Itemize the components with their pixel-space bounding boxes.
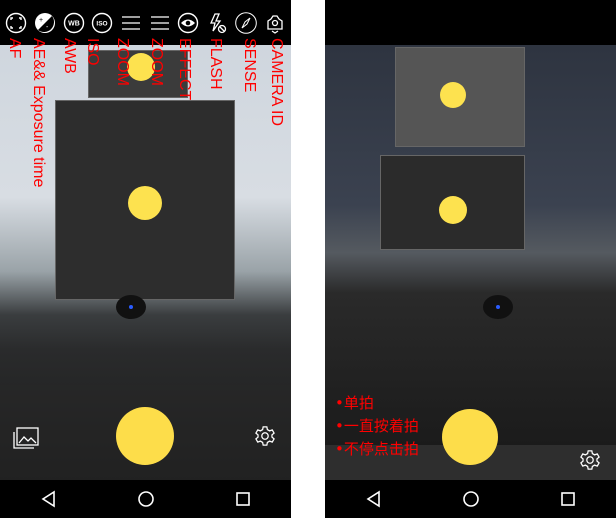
shutter-button[interactable] [442,409,498,465]
preview-reflection [395,47,525,147]
camera-switch-icon[interactable] [264,12,286,34]
preview-reflection [380,155,525,250]
right-phone-screen: •单拍 •一直按着拍 •不停点击拍 [325,0,616,518]
annotation-zoom: ZOOM [148,38,165,86]
svg-text:WB: WB [68,20,80,27]
annotation-camera-id: CAMERA ID [268,38,285,127]
annotation-effect: EFFECT [176,38,193,101]
shooting-mode-annotations: •单拍 •一直按着拍 •不停点击拍 [335,392,419,461]
recents-icon[interactable] [559,490,577,508]
feature-annotations: AF AE&& Exposure time AWB ISO ZOOM ZOOM … [0,38,291,338]
back-icon[interactable] [40,490,58,508]
svg-text:ISO: ISO [97,20,108,27]
menu-lines-icon[interactable] [149,12,171,34]
eye-icon[interactable] [177,12,199,34]
gallery-icon[interactable] [13,427,39,449]
annotation-iso: ISO [84,38,101,66]
home-icon[interactable] [462,490,480,508]
af-focus-icon[interactable] [5,12,27,34]
navigation-bar [325,480,616,518]
camera-preview[interactable] [325,45,616,445]
settings-gear-icon[interactable] [254,425,276,447]
annotation-zoom: ZOOM [114,38,131,86]
white-balance-icon[interactable]: WB [63,12,85,34]
mode-tap-repeat: •不停点击拍 [335,440,419,458]
settings-gear-icon[interactable] [579,449,601,471]
bottom-controls [0,385,291,480]
svg-text:+: + [39,17,43,24]
back-icon[interactable] [365,490,383,508]
annotation-flash: FLASH [207,38,224,90]
exposure-icon[interactable]: + - [34,12,56,34]
annotation-af: AF [6,38,23,59]
navigation-bar [0,480,291,518]
recents-icon[interactable] [234,490,252,508]
compass-icon[interactable] [235,11,257,34]
mode-hold-burst: •一直按着拍 [335,417,419,435]
home-icon[interactable] [137,490,155,508]
webcam [483,295,513,319]
annotation-sense: SENSE [241,38,258,93]
flash-off-icon[interactable] [206,12,228,34]
menu-lines-icon[interactable] [120,12,142,34]
left-phone-screen: + - WB ISO AF AE&& Exposure time AWB ISO … [0,0,291,518]
iso-icon[interactable]: ISO [91,12,113,34]
annotation-awb: AWB [61,38,78,74]
annotation-exposure: AE&& Exposure time [30,38,47,188]
mode-single-shot: •单拍 [335,394,374,412]
shutter-button[interactable] [116,407,174,465]
